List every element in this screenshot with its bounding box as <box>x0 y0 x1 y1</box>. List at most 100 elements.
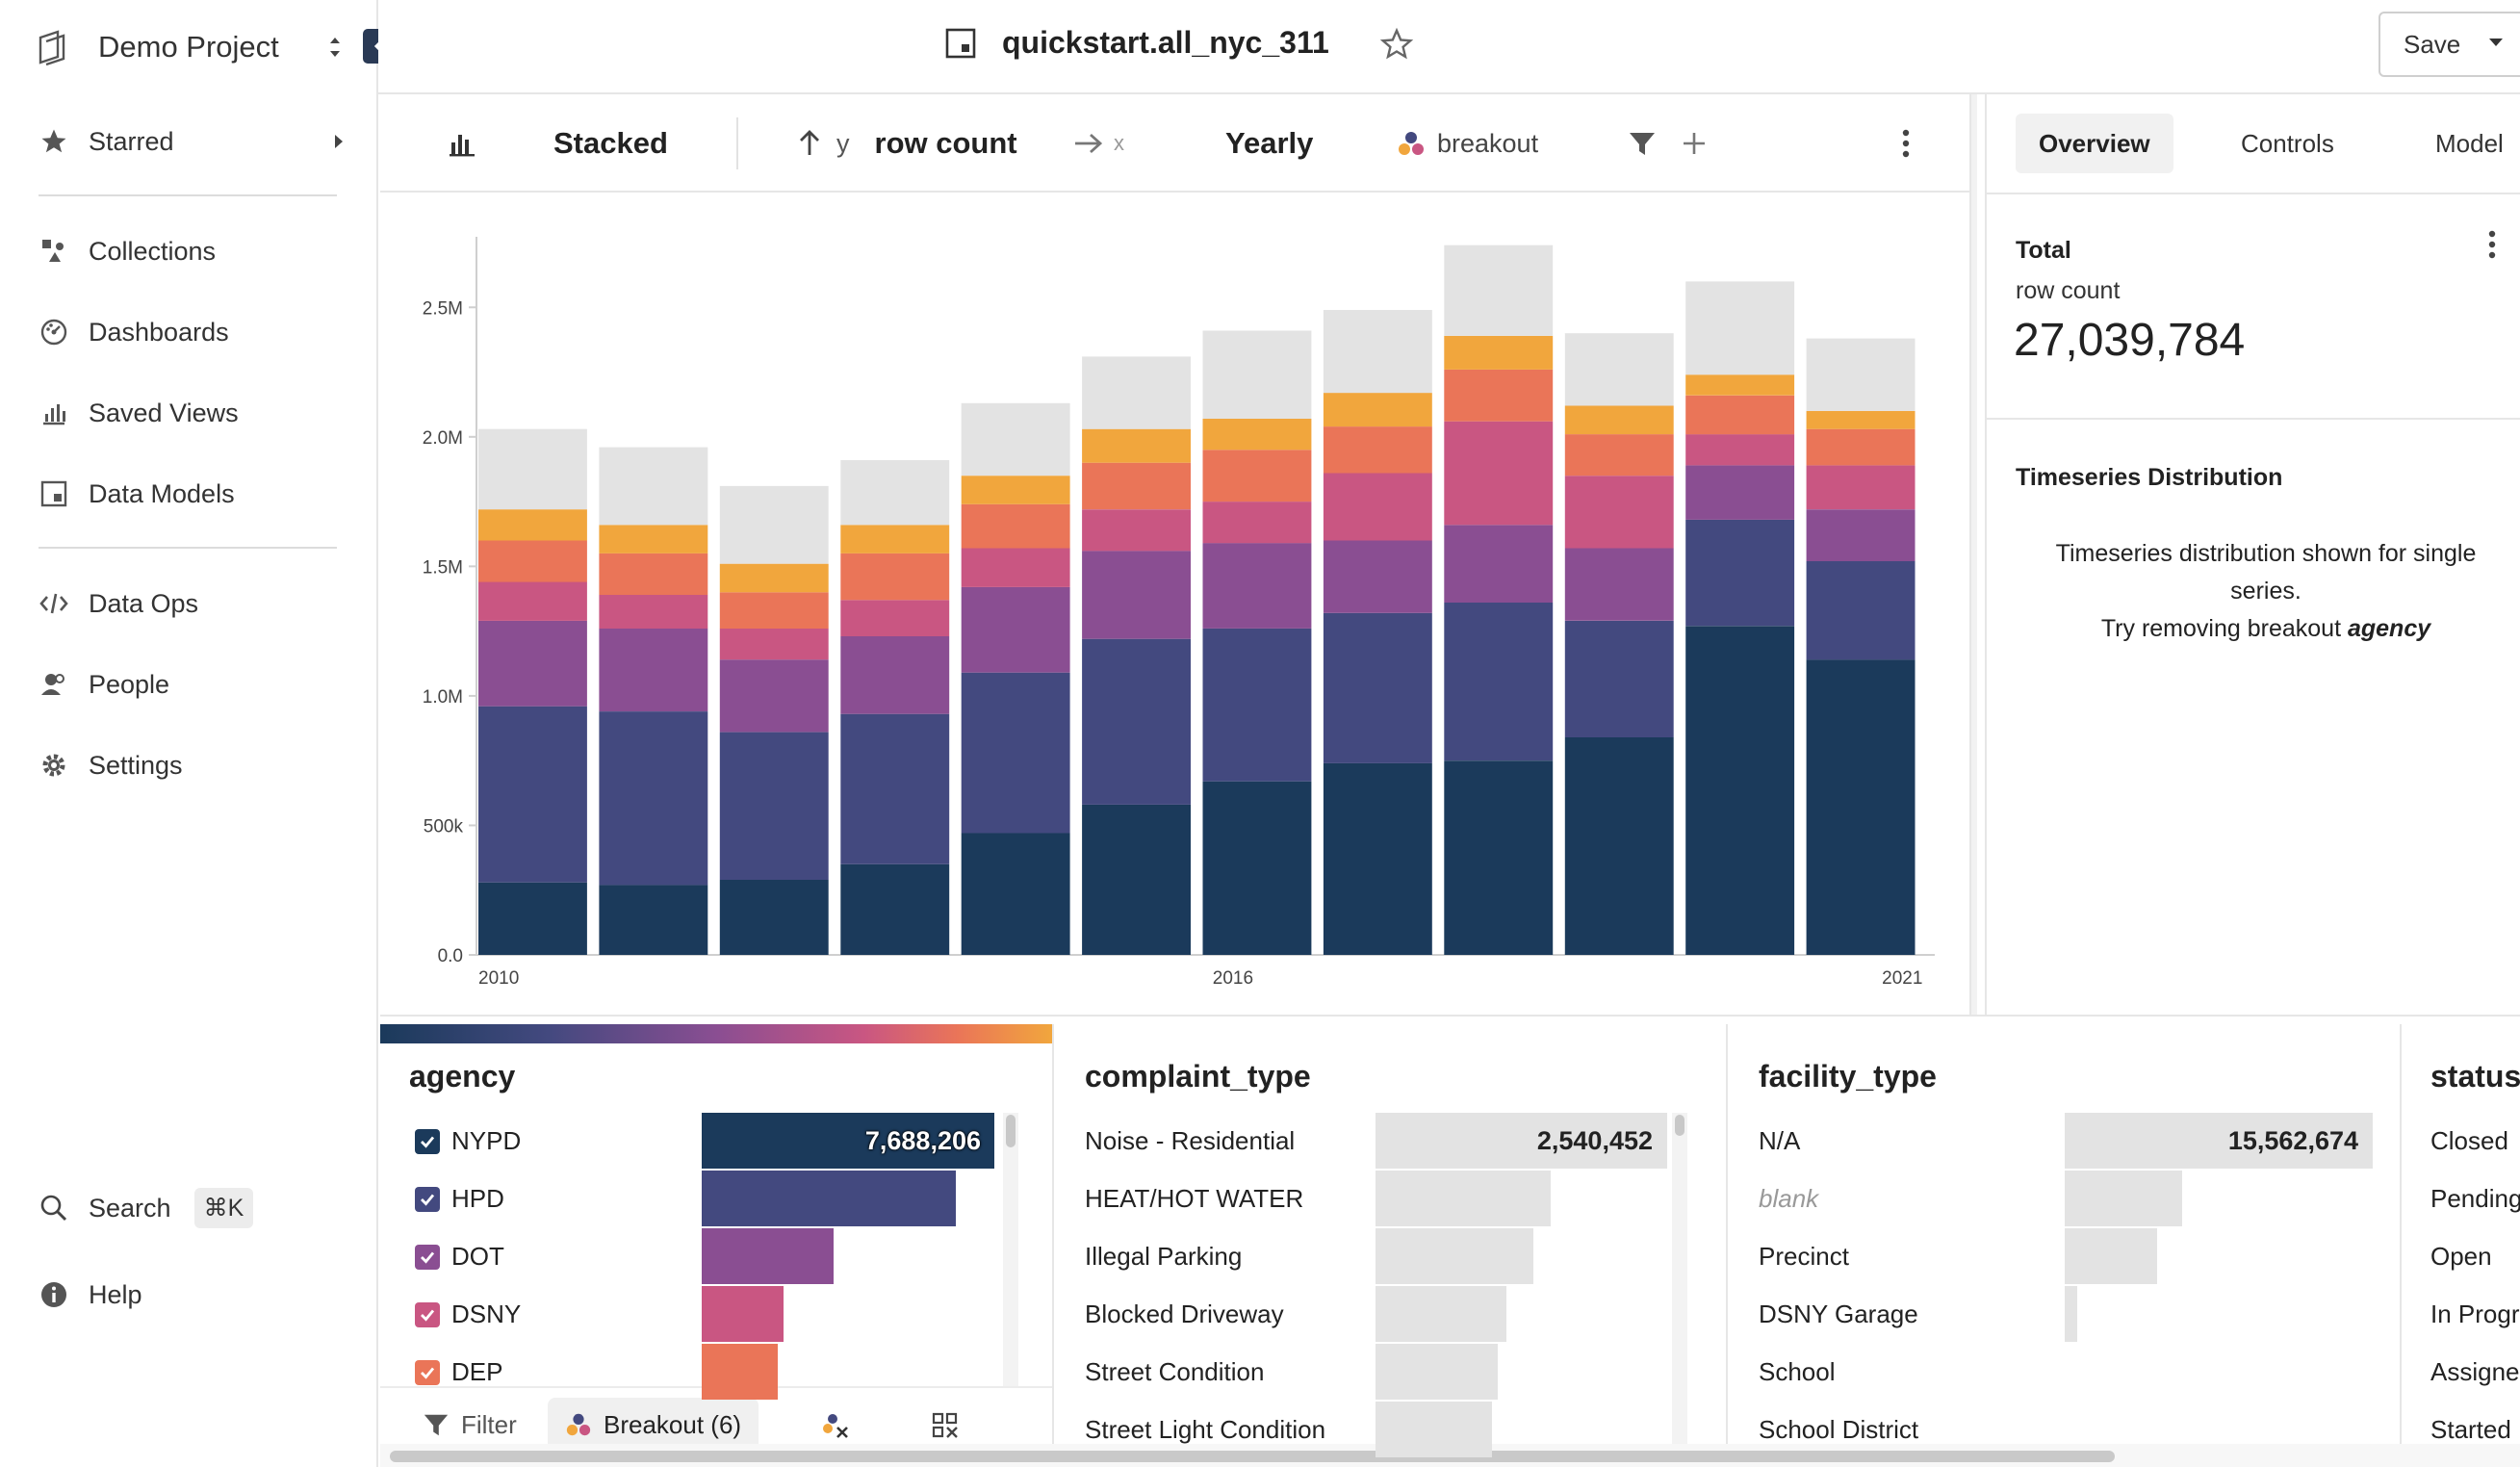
chart-panel-divider <box>1969 94 1977 1015</box>
agency-checkbox[interactable] <box>415 1360 440 1385</box>
facility-row-label[interactable]: School <box>1759 1352 1836 1391</box>
toolbar-divider <box>736 117 738 169</box>
sidebar-item-people[interactable]: People <box>37 660 169 708</box>
bar-segment <box>478 509 587 541</box>
chart-type-button[interactable] <box>448 94 476 193</box>
breakout-selector[interactable]: breakout <box>1397 94 1538 193</box>
facility-row-label[interactable]: Precinct <box>1759 1237 1849 1275</box>
sidebar-item-data-models[interactable]: Data Models <box>37 470 235 518</box>
complaint-bar[interactable] <box>1376 1402 1492 1457</box>
sidebar-item-collections[interactable]: Collections <box>37 227 216 275</box>
facility-bar[interactable] <box>2065 1171 2182 1226</box>
sidebar-item-data-ops[interactable]: Data Ops <box>37 579 198 628</box>
sidebar-item-dashboards[interactable]: Dashboards <box>37 308 229 356</box>
tab-overview[interactable]: Overview <box>2016 114 2173 173</box>
status-row-label[interactable]: Assigne <box>2430 1352 2520 1391</box>
complaint-row-label[interactable]: Blocked Driveway <box>1085 1295 1284 1333</box>
sidebar-item-starred[interactable]: Starred <box>37 117 345 166</box>
bar-segment <box>599 525 708 553</box>
remove-breakout-button[interactable] <box>821 1411 850 1445</box>
agency-checkbox[interactable] <box>415 1245 440 1270</box>
agency-bar[interactable] <box>702 1286 784 1342</box>
x-axis-selector[interactable]: x <box>1073 94 1124 193</box>
facility-bar[interactable] <box>2065 1286 2077 1342</box>
bar-segment <box>478 540 587 582</box>
facility-row-label[interactable]: blank <box>1759 1179 1818 1218</box>
bar-segment <box>1806 410 1916 429</box>
y-tick-label: 2.0M <box>423 428 463 449</box>
complaint-row-label[interactable]: HEAT/HOT WATER <box>1085 1179 1303 1218</box>
caret-right-icon <box>333 127 345 157</box>
more-options-button[interactable] <box>1901 94 1911 193</box>
status-row-label[interactable]: In Progr <box>2430 1295 2520 1333</box>
chart-toolbar: Stacked y row count x Yearly breakout <box>380 94 1973 193</box>
agency-checkbox[interactable] <box>415 1187 440 1212</box>
status-row-label[interactable]: Pending <box>2430 1179 2520 1218</box>
project-switcher[interactable]: Demo Project <box>33 23 350 71</box>
bar-segment <box>1082 804 1191 955</box>
sidebar-item-saved-views[interactable]: Saved Views <box>37 389 239 437</box>
x-tick-label: 2016 <box>1213 968 1253 989</box>
complaint-bar[interactable] <box>1376 1171 1551 1226</box>
facility-row-label[interactable]: N/A <box>1759 1121 1800 1160</box>
facility-row-label[interactable]: School District <box>1759 1410 1918 1449</box>
y-tick-label: 0.0 <box>438 946 463 966</box>
bar-segment <box>961 833 1070 955</box>
dataset-icon <box>944 27 977 64</box>
bar-segment <box>1202 628 1312 782</box>
complaint-scrollbar[interactable] <box>1672 1113 1687 1467</box>
sidebar-item-settings[interactable]: Settings <box>37 741 183 789</box>
bar-segment <box>1685 626 1795 955</box>
filter-button[interactable] <box>1628 94 1657 193</box>
complaint-bar[interactable] <box>1376 1344 1498 1400</box>
bar-segment <box>1202 330 1312 419</box>
sidebar-search[interactable]: Search ⌘K <box>37 1184 254 1232</box>
status-row-label[interactable]: Open <box>2430 1237 2520 1275</box>
updown-chevron-icon <box>327 33 343 66</box>
tab-controls[interactable]: Controls <box>2218 114 2357 173</box>
total-more-options-button[interactable] <box>2487 229 2497 265</box>
agency-checkbox[interactable] <box>415 1129 440 1154</box>
agency-bar[interactable] <box>702 1171 956 1226</box>
agency-scrollbar[interactable] <box>1003 1113 1018 1430</box>
grid-select-button[interactable] <box>931 1411 960 1445</box>
facility-row-label[interactable]: DSNY Garage <box>1759 1295 1918 1333</box>
bar-segment <box>1685 281 1795 375</box>
status-row-label[interactable]: Started <box>2430 1410 2520 1449</box>
agency-scrollbar-thumb[interactable] <box>1006 1115 1016 1147</box>
granularity-selector[interactable]: Yearly <box>1225 94 1313 193</box>
stacked-mode-button[interactable]: Stacked <box>553 94 668 193</box>
status-row-label[interactable]: Closed <box>2430 1121 2520 1160</box>
chart-area: 0.0 500k 1.0M 1.5M 2.0M 2.5M 2010 2016 2021 <box>380 193 1973 1013</box>
save-button[interactable]: Save <box>2379 12 2520 77</box>
complaint-scrollbar-thumb[interactable] <box>1675 1115 1684 1136</box>
kebab-menu-icon <box>1902 129 1910 158</box>
complaint-row-label[interactable]: Street Condition <box>1085 1352 1264 1391</box>
bar-segment <box>1202 781 1312 955</box>
complaint-row-label[interactable]: Illegal Parking <box>1085 1237 1242 1275</box>
horizontal-scrollbar-thumb[interactable] <box>390 1451 2115 1462</box>
y-axis-selector[interactable]: y row count <box>796 94 1017 193</box>
star-outline-icon[interactable] <box>1379 27 1414 66</box>
add-button[interactable] <box>1682 94 1707 193</box>
complaint-bar[interactable] <box>1376 1228 1533 1284</box>
agency-checkbox[interactable] <box>415 1302 440 1327</box>
facility-bar[interactable] <box>2065 1228 2157 1284</box>
complaint-type-title: complaint_type <box>1085 1059 1311 1094</box>
bar-segment <box>1806 428 1916 466</box>
breakout-dots-icon <box>566 1413 591 1436</box>
bar-segment <box>840 460 950 526</box>
complaint-row-label[interactable]: Noise - Residential <box>1085 1121 1295 1160</box>
col-divider <box>1726 1024 1728 1467</box>
agency-bar[interactable] <box>702 1228 834 1284</box>
complaint-row-label[interactable]: Street Light Condition <box>1085 1410 1325 1449</box>
timeseries-title: Timeseries Distribution <box>2016 464 2283 491</box>
complaint-bar[interactable] <box>1376 1286 1506 1342</box>
tab-model[interactable]: Model <box>2412 114 2520 173</box>
right-panel: Overview Controls Model Total row count … <box>1985 94 2520 1015</box>
agency-row-label: HPD <box>451 1183 504 1213</box>
timeseries-msg-line2: series. <box>2230 578 2301 605</box>
bar-segment <box>1444 760 1554 955</box>
sidebar-help[interactable]: Help <box>37 1271 142 1319</box>
agency-bar[interactable] <box>702 1344 778 1400</box>
